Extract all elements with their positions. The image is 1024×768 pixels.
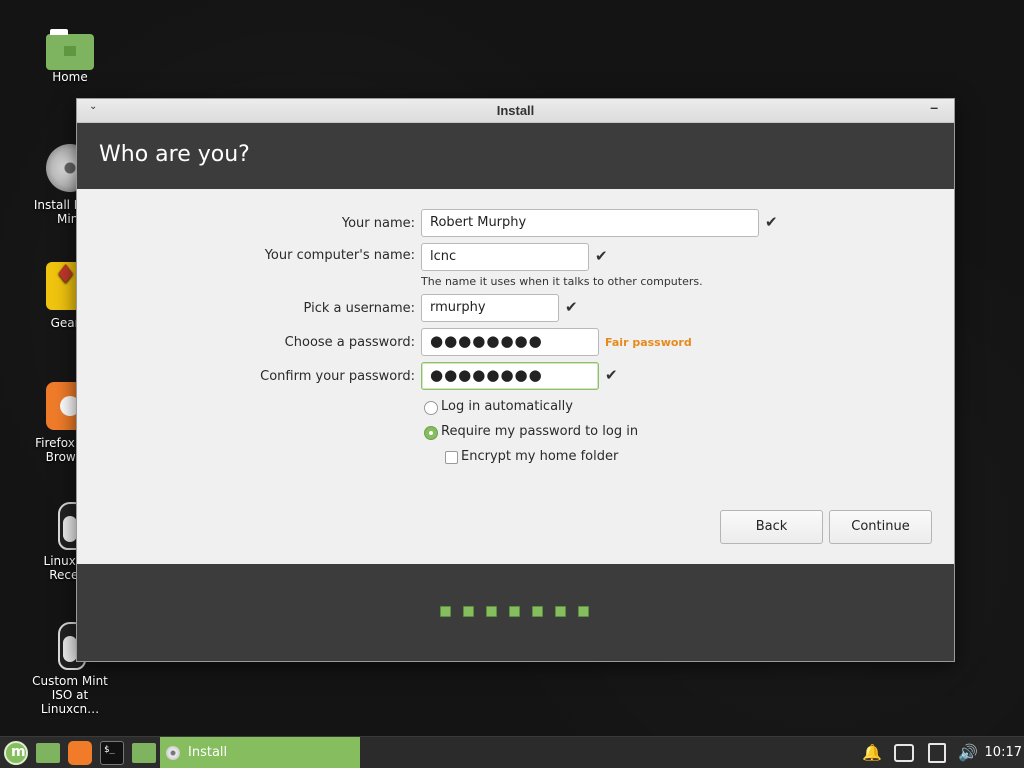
progress-step (486, 606, 497, 617)
username-field[interactable]: rmurphy (421, 294, 559, 322)
password-label: Choose a password: (284, 335, 415, 350)
confirm-password-check-icon: ✔ (605, 366, 618, 384)
cd-icon (166, 746, 180, 760)
taskbar-window-label: Install (188, 745, 228, 760)
taskbar-window-install[interactable]: Install (160, 737, 360, 768)
computer-name-check-icon: ✔ (595, 247, 608, 265)
back-button[interactable]: Back (720, 510, 823, 544)
login-auto-label[interactable]: Log in automatically (441, 399, 573, 414)
clipboard-icon[interactable] (928, 743, 946, 763)
show-desktop-icon[interactable] (36, 743, 60, 763)
files-launcher-icon[interactable] (132, 743, 156, 763)
progress-step (463, 606, 474, 617)
computer-name-field[interactable]: lcnc (421, 243, 589, 271)
clock[interactable]: 10:17 (985, 745, 1022, 760)
username-check-icon: ✔ (565, 298, 578, 316)
name-field[interactable]: Robert Murphy (421, 209, 759, 237)
user-form: Your name: Robert Murphy ✔ Your computer… (77, 189, 954, 563)
taskbar: $_ Install 🔔 🔊 10:17 (0, 736, 1024, 768)
network-icon[interactable] (894, 744, 914, 762)
name-label: Your name: (341, 216, 415, 231)
desktop-icon-label: Custom Mint ISO at Linuxcn… (32, 674, 108, 716)
notifications-icon[interactable]: 🔔 (862, 743, 882, 762)
name-check-icon: ✔ (765, 213, 778, 231)
computer-name-label: Your computer's name: (264, 248, 415, 263)
progress-step (578, 606, 589, 617)
encrypt-home-label[interactable]: Encrypt my home folder (461, 449, 618, 464)
install-window: ⌄ Install – Who are you? Your name: Robe… (76, 98, 955, 662)
mint-menu-icon[interactable] (4, 741, 28, 765)
progress-step (509, 606, 520, 617)
window-titlebar[interactable]: ⌄ Install – (77, 99, 954, 123)
encrypt-home-checkbox[interactable] (445, 451, 458, 464)
progress-footer (77, 564, 954, 661)
progress-step (555, 606, 566, 617)
login-require-radio[interactable] (424, 426, 438, 440)
password-strength: Fair password (605, 336, 692, 349)
terminal-launcher-icon[interactable]: $_ (100, 741, 124, 765)
continue-button[interactable]: Continue (829, 510, 932, 544)
login-auto-radio[interactable] (424, 401, 438, 415)
computer-name-hint: The name it uses when it talks to other … (421, 275, 703, 288)
desktop-icon-label: Home (52, 70, 88, 84)
folder-icon (46, 29, 94, 70)
login-require-label[interactable]: Require my password to log in (441, 424, 638, 439)
progress-step (532, 606, 543, 617)
username-label: Pick a username: (303, 301, 415, 316)
desktop-icon-home[interactable]: Home (22, 28, 118, 84)
confirm-password-label: Confirm your password: (260, 369, 415, 384)
page-title: Who are you? (77, 123, 954, 189)
firefox-launcher-icon[interactable] (68, 741, 92, 765)
volume-icon[interactable]: 🔊 (958, 743, 978, 762)
minimize-icon[interactable]: – (930, 99, 938, 115)
window-title: Install (496, 103, 535, 118)
confirm-password-field[interactable]: ●●●●●●●● (421, 362, 599, 390)
password-field[interactable]: ●●●●●●●● (421, 328, 599, 356)
progress-step (440, 606, 451, 617)
